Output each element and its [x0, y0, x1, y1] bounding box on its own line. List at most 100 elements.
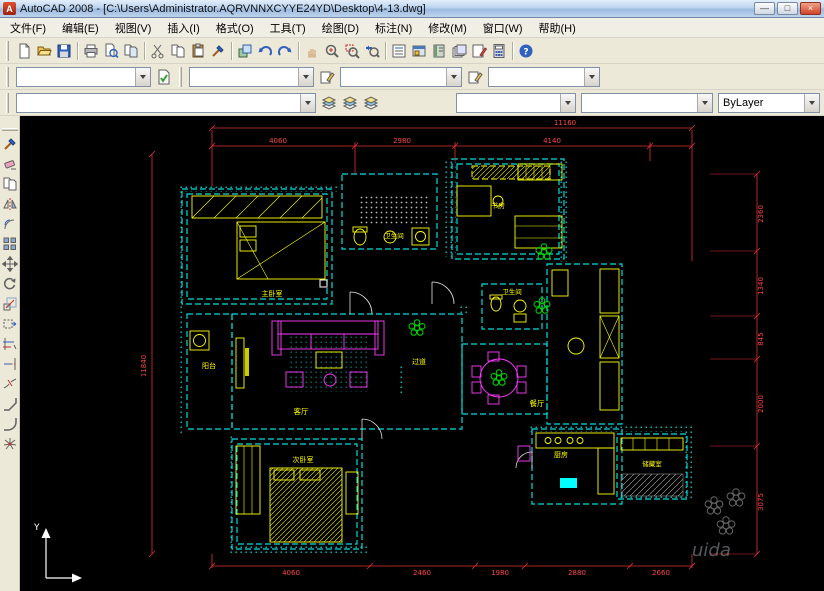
linetype-combo[interactable]	[581, 92, 713, 113]
redo-button[interactable]	[275, 41, 295, 61]
close-button[interactable]: ×	[800, 2, 821, 15]
zoom-window-button[interactable]	[342, 41, 362, 61]
menu-format[interactable]: 格式(O)	[208, 18, 262, 38]
standards-button[interactable]	[154, 67, 174, 87]
table-style-combo[interactable]	[488, 66, 600, 87]
rotate-button[interactable]	[1, 275, 19, 293]
markup-button[interactable]	[469, 41, 489, 61]
dim-style-combo[interactable]	[340, 66, 462, 87]
match-properties-icon	[210, 43, 226, 59]
offset-button[interactable]	[1, 215, 19, 233]
dropdown-arrow-icon[interactable]	[697, 93, 712, 112]
menu-edit[interactable]: 编辑(E)	[54, 18, 107, 38]
title-bar[interactable]: A AutoCAD 2008 - [C:\Users\Administrator…	[0, 0, 824, 18]
menu-insert[interactable]: 插入(I)	[159, 18, 207, 38]
new-button[interactable]	[14, 41, 34, 61]
copy-button[interactable]	[1, 175, 19, 193]
dropdown-arrow-icon[interactable]	[446, 67, 461, 86]
dropdown-arrow-icon[interactable]	[135, 67, 150, 86]
fillet-button[interactable]	[1, 415, 19, 433]
layer-combo[interactable]	[16, 92, 316, 113]
array-button[interactable]	[1, 235, 19, 253]
explode-button[interactable]	[1, 435, 19, 453]
dim-style-manager-button[interactable]	[465, 67, 485, 87]
plot-preview-button[interactable]	[101, 41, 121, 61]
doors	[349, 281, 533, 469]
make-layer-current-button[interactable]	[361, 93, 381, 113]
cut-button[interactable]	[148, 41, 168, 61]
color-combo[interactable]	[456, 92, 576, 113]
layer-properties-button[interactable]	[319, 93, 339, 113]
dim-top-2: 2980	[393, 137, 411, 145]
dropdown-arrow-icon[interactable]	[584, 67, 599, 86]
toolbar-grip[interactable]	[179, 66, 182, 87]
break-button[interactable]	[1, 375, 19, 393]
maximize-button[interactable]: □	[777, 2, 798, 15]
erase-button[interactable]	[1, 155, 19, 173]
dropdown-arrow-icon[interactable]	[804, 93, 819, 112]
zoom-realtime-button[interactable]	[322, 41, 342, 61]
trim-button[interactable]	[1, 335, 19, 353]
extend-button[interactable]	[1, 355, 19, 373]
copy-button[interactable]	[168, 41, 188, 61]
tool-palettes-button[interactable]	[429, 41, 449, 61]
dropdown-arrow-icon[interactable]	[300, 93, 315, 112]
plot-button[interactable]	[81, 41, 101, 61]
minimize-button[interactable]: —	[754, 2, 775, 15]
text-style-manager-button[interactable]	[317, 67, 337, 87]
help-icon: ?	[518, 43, 534, 59]
chamfer-icon	[2, 396, 18, 412]
floor-plan: 主卧室 卫生间 书房 卫生间 阳台 客厅 过道 餐厅 次卧室 厨房 储藏室 11…	[33, 119, 765, 583]
quickcalc-button[interactable]	[489, 41, 509, 61]
properties-icon	[391, 43, 407, 59]
publish-icon	[123, 43, 139, 59]
stretch-button[interactable]	[1, 315, 19, 333]
menu-help[interactable]: 帮助(H)	[531, 18, 584, 38]
move-button[interactable]	[1, 255, 19, 273]
help-button[interactable]: ?	[516, 41, 536, 61]
sheetset-icon	[451, 43, 467, 59]
drawing-canvas[interactable]: 主卧室 卫生间 书房 卫生间 阳台 客厅 过道 餐厅 次卧室 厨房 储藏室 11…	[20, 116, 824, 591]
text-style-combo[interactable]	[189, 66, 314, 87]
chamfer-button[interactable]	[1, 395, 19, 413]
toolbar-grip[interactable]	[6, 40, 9, 61]
sheetset-button[interactable]	[449, 41, 469, 61]
block-editor-button[interactable]	[235, 41, 255, 61]
menu-tools[interactable]: 工具(T)	[262, 18, 314, 38]
designcenter-button[interactable]	[409, 41, 429, 61]
match-properties-button[interactable]	[208, 41, 228, 61]
paste-button[interactable]	[188, 41, 208, 61]
undo-button[interactable]	[255, 41, 275, 61]
menu-window[interactable]: 窗口(W)	[475, 18, 531, 38]
pan-button[interactable]	[302, 41, 322, 61]
menu-modify[interactable]: 修改(M)	[420, 18, 475, 38]
toolbar-grip[interactable]	[6, 92, 9, 113]
dropdown-arrow-icon[interactable]	[298, 67, 313, 86]
menu-view[interactable]: 视图(V)	[107, 18, 160, 38]
save-button[interactable]	[54, 41, 74, 61]
mirror-button[interactable]	[1, 195, 19, 213]
match-properties-button[interactable]	[1, 135, 19, 153]
ucs-y-label: Y	[33, 523, 40, 533]
scale-button[interactable]	[1, 295, 19, 313]
room-label-storage: 储藏室	[642, 459, 662, 468]
menu-draw[interactable]: 绘图(D)	[314, 18, 367, 38]
dim-top-overall: 11160	[554, 119, 576, 127]
toolbar-grip[interactable]	[1, 128, 18, 131]
menu-file[interactable]: 文件(F)	[2, 18, 54, 38]
menu-dimension[interactable]: 标注(N)	[367, 18, 420, 38]
room-label-hallway: 过道	[412, 357, 426, 366]
workspace-combo[interactable]	[16, 66, 151, 87]
open-button[interactable]	[34, 41, 54, 61]
tool-palettes-icon	[431, 43, 447, 59]
dropdown-arrow-icon[interactable]	[560, 93, 575, 112]
pan-icon	[304, 43, 320, 59]
toolbar-grip[interactable]	[6, 66, 9, 87]
zoom-previous-button[interactable]	[362, 41, 382, 61]
dim-bottom-5: 2660	[652, 569, 670, 577]
properties-button[interactable]	[389, 41, 409, 61]
publish-button[interactable]	[121, 41, 141, 61]
layer-states-button[interactable]	[340, 93, 360, 113]
room-label-study: 书房	[491, 201, 505, 210]
lineweight-combo[interactable]: ByLayer	[718, 92, 820, 113]
